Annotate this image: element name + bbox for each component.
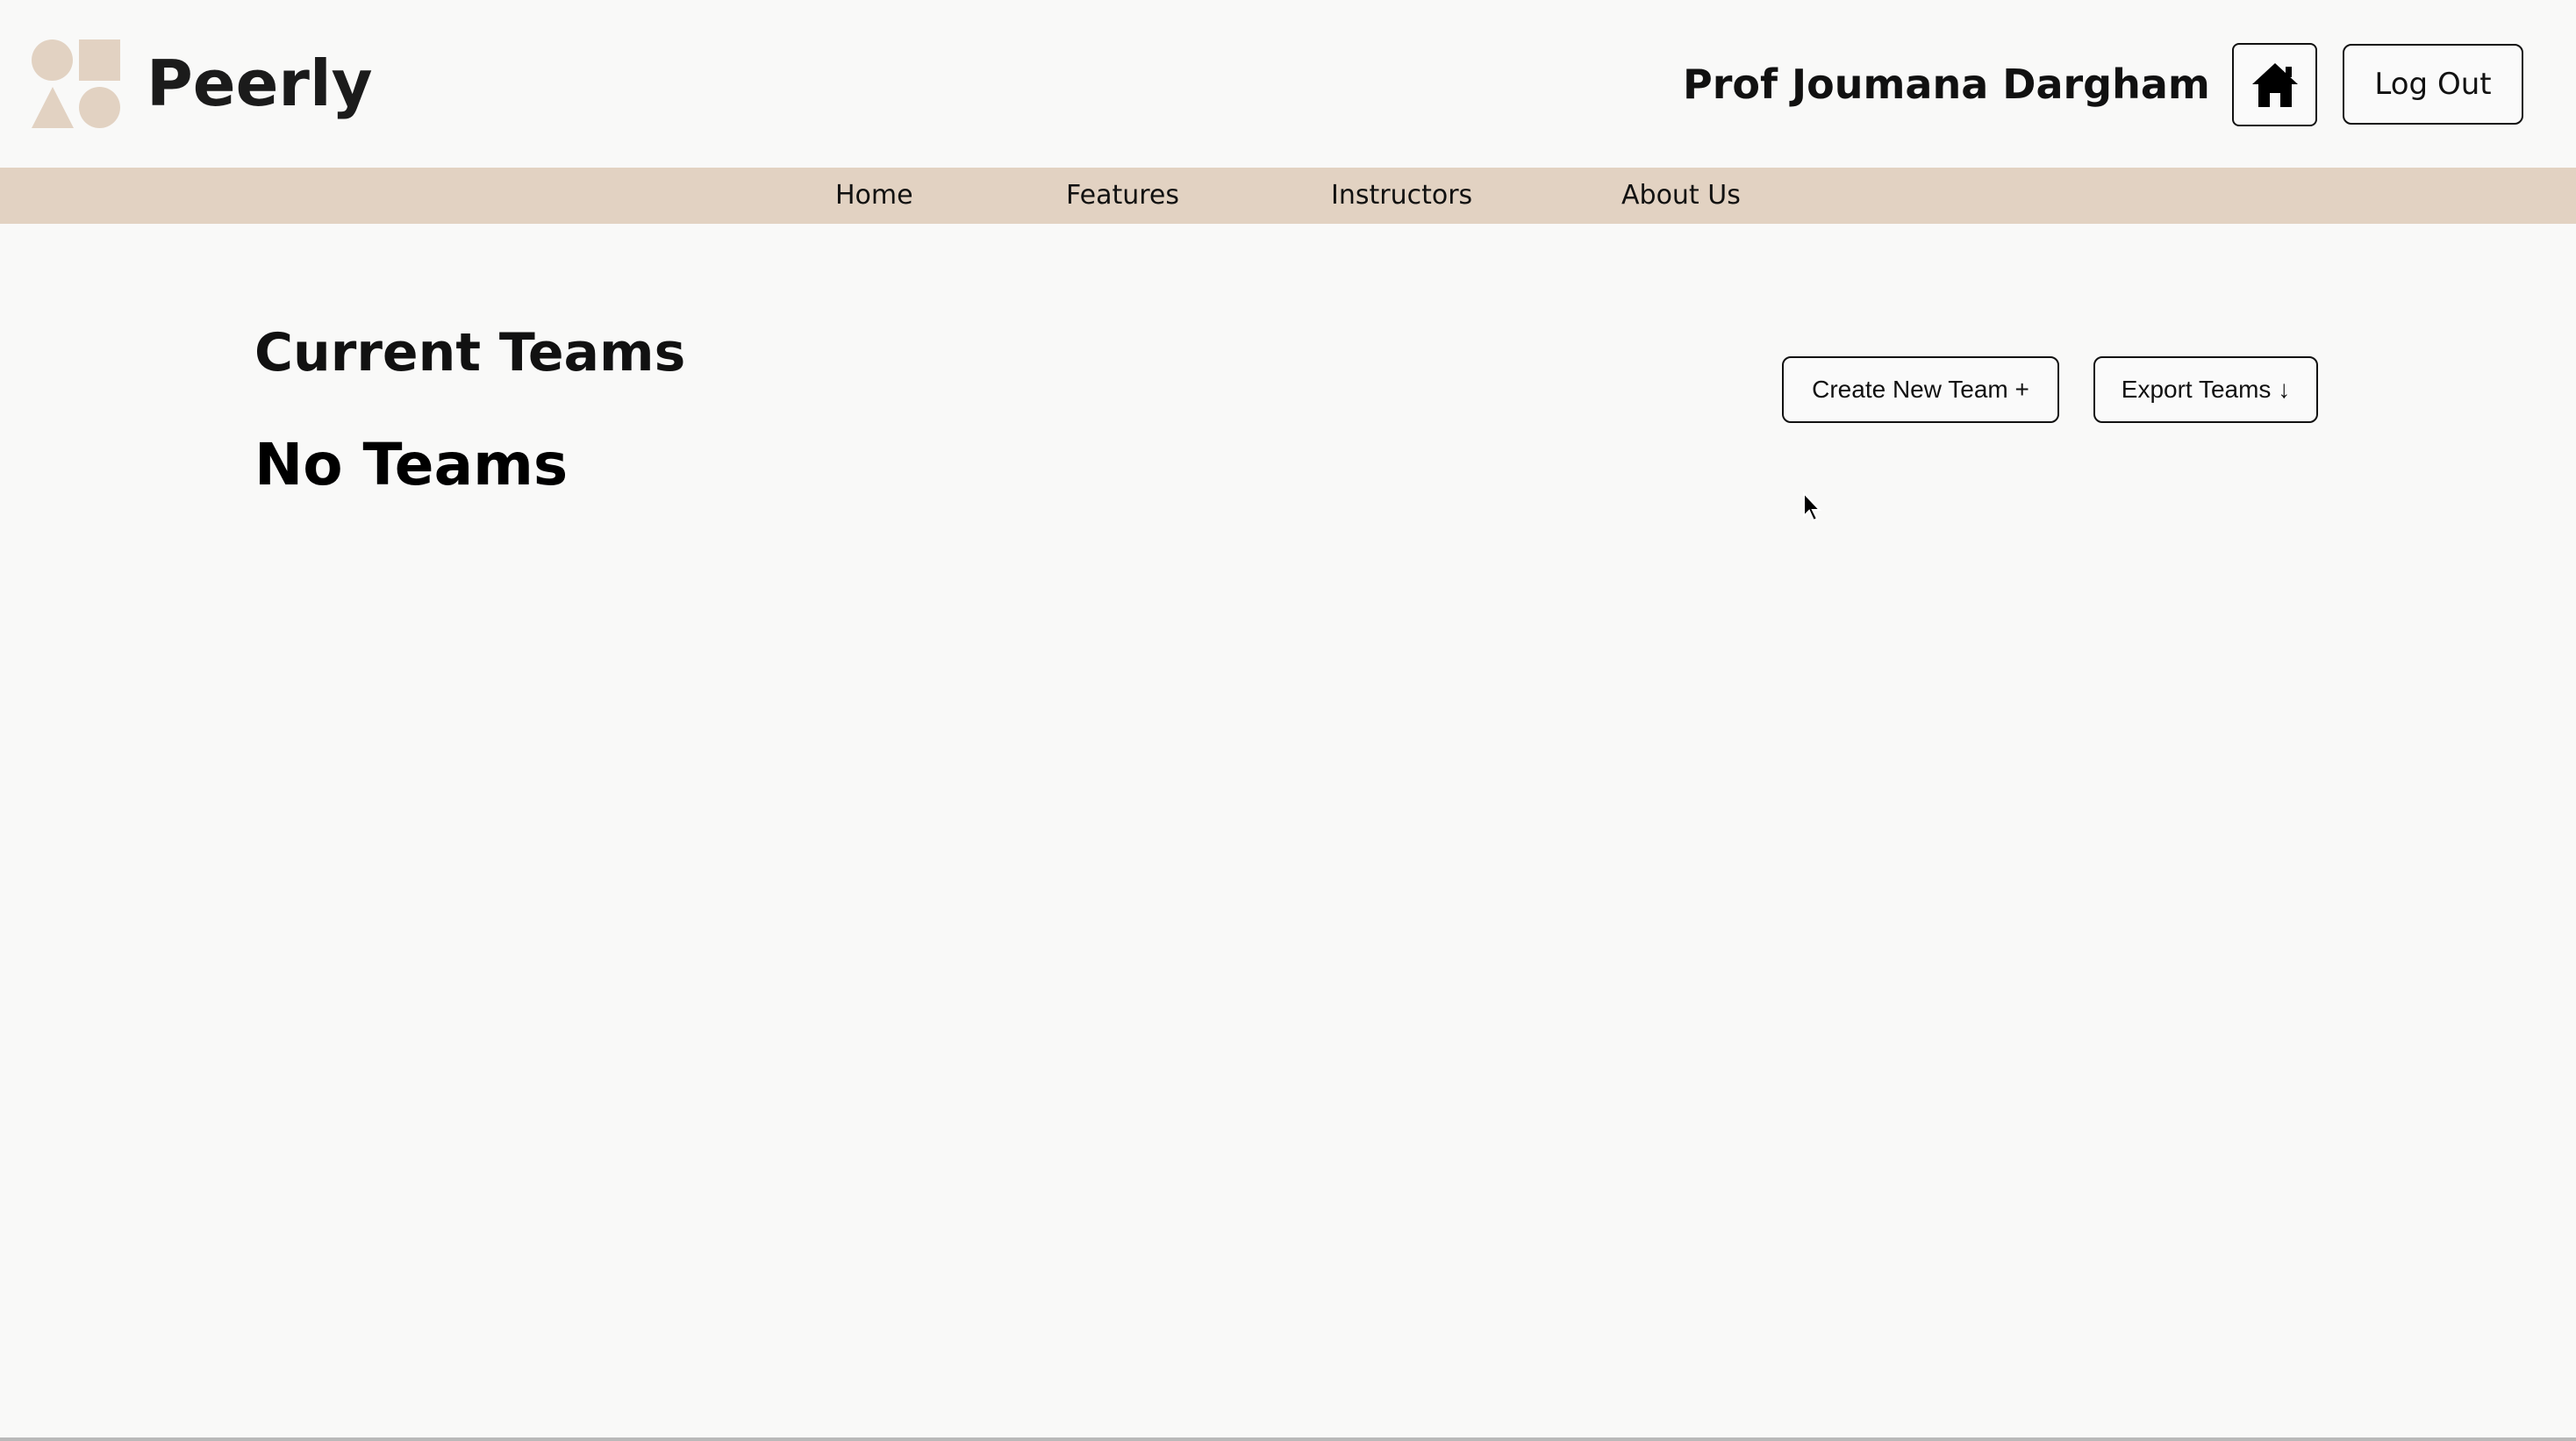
brand-name[interactable]: Peerly bbox=[147, 44, 373, 123]
nav-item-features[interactable]: Features bbox=[1066, 168, 1179, 224]
user-name: Prof Joumana Dargham bbox=[1683, 61, 2210, 108]
logo-triangle-shape bbox=[32, 87, 74, 128]
logo-circle-shape bbox=[32, 39, 73, 81]
page-title: Current Teams bbox=[254, 322, 686, 384]
top-header: Peerly Prof Joumana Dargham Log Out bbox=[0, 0, 2576, 168]
nav-item-home[interactable]: Home bbox=[835, 168, 913, 224]
create-new-team-button[interactable]: Create New Team + bbox=[1782, 356, 2059, 423]
nav-item-instructors[interactable]: Instructors bbox=[1331, 168, 1472, 224]
logo-circle-shape bbox=[79, 87, 120, 128]
mouse-cursor-icon bbox=[1803, 491, 1822, 522]
export-teams-button[interactable]: Export Teams ↓ bbox=[2093, 356, 2318, 423]
empty-state-message: No Teams bbox=[254, 431, 569, 498]
logo-square-shape bbox=[79, 39, 120, 81]
main-nav: Home Features Instructors About Us bbox=[0, 168, 2576, 224]
home-button[interactable] bbox=[2232, 43, 2317, 126]
log-out-button[interactable]: Log Out bbox=[2343, 44, 2523, 125]
peerly-page: Peerly Prof Joumana Dargham Log Out Home… bbox=[0, 0, 2576, 1441]
logo-icon[interactable] bbox=[32, 39, 120, 128]
nav-item-about-us[interactable]: About Us bbox=[1621, 168, 1741, 224]
bottom-divider bbox=[0, 1437, 2576, 1441]
home-icon bbox=[2251, 62, 2298, 107]
